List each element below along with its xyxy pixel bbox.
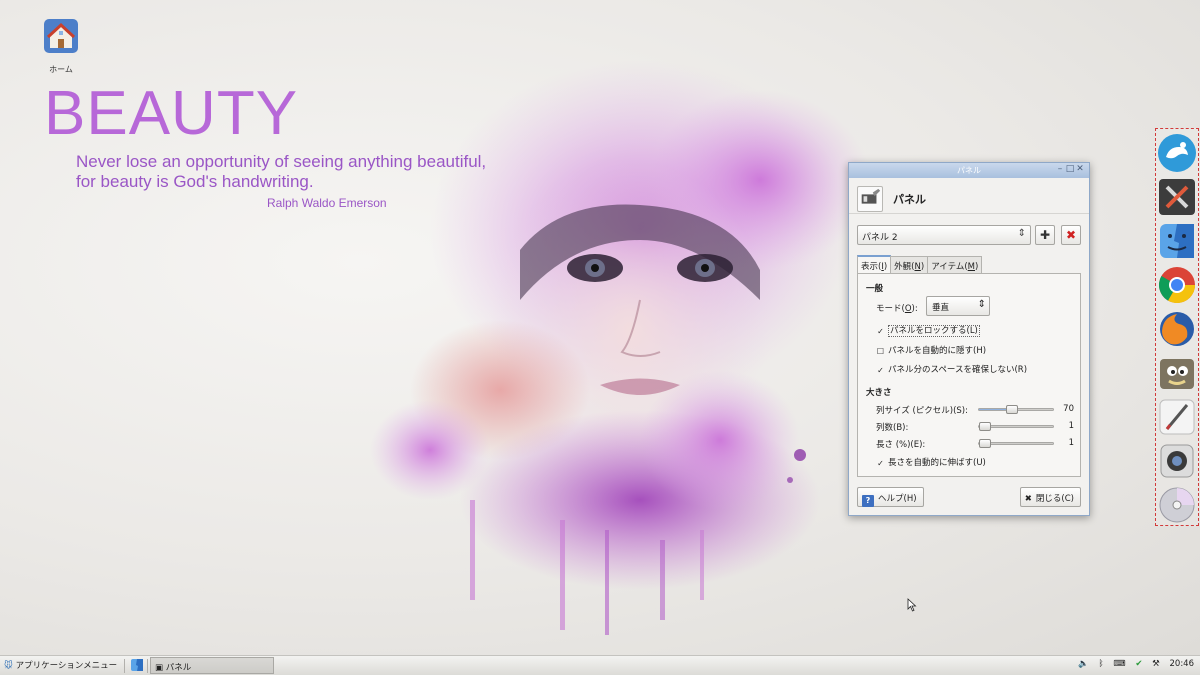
tab-items[interactable]: アイテム(M) — [927, 256, 983, 274]
remove-panel-button[interactable]: ✖ — [1061, 225, 1081, 245]
dock-item-cd[interactable] — [1157, 485, 1197, 525]
firefox-icon — [1160, 312, 1194, 346]
display-tab-content: 一般 モード(O): 垂直 ⇕ ✓ パネルをロックする(L) ☐ パネルを自動的に隠… — [857, 273, 1081, 477]
taskbar-task-panel[interactable]: ▣ パネル — [150, 657, 274, 674]
panel-preferences-window: パネル – □ ✕ パネル パネル 2 ⇕ ✚ ✖ 表示(I) 外観(N) アイテム(M… — [848, 162, 1090, 516]
application-menu-button[interactable]: 🐭 アプリケーションメニュー — [4, 659, 117, 671]
dock-item-finder[interactable] — [1157, 221, 1197, 261]
update-check-icon[interactable]: ✔ — [1135, 659, 1142, 669]
taskbar: 🐭 アプリケーションメニュー ▣ パネル 🔈 ᛒ ⌨ ✔ ⚒ 20:46 — [0, 655, 1200, 675]
rows-label: 列数(B): — [876, 423, 909, 433]
chrome-icon — [1158, 267, 1195, 304]
row-size-label: 列サイズ (ピクセル)(S): — [876, 406, 968, 416]
finder-icon — [131, 659, 143, 671]
section-size: 大きさ — [866, 388, 892, 398]
dock-item-firefox[interactable] — [1157, 309, 1197, 349]
dock-item-chrome[interactable] — [1157, 265, 1197, 305]
panel-app-icon: ▣ — [155, 663, 164, 673]
panel-app-icon — [857, 186, 883, 212]
keyboard-icon[interactable]: ⌨ — [1113, 659, 1125, 669]
dock-item-pen[interactable] — [1157, 397, 1197, 437]
section-general: 一般 — [866, 284, 884, 294]
tab-appearance[interactable]: 外観(N) — [890, 256, 929, 274]
row-size-slider[interactable] — [978, 405, 1054, 414]
updown-icon: ⇕ — [1017, 228, 1026, 239]
system-tray: 🔈 ᛒ ⌨ ✔ ⚒ 20:46 — [1071, 659, 1194, 669]
add-panel-button[interactable]: ✚ — [1035, 225, 1055, 245]
mouse-cursor-icon — [907, 598, 917, 612]
header-title: パネル — [893, 193, 926, 206]
updown-icon: ⇕ — [977, 299, 986, 310]
rows-slider[interactable] — [978, 422, 1054, 431]
length-label: 長さ (%)(E): — [876, 440, 926, 450]
lock-panel-checkbox[interactable]: ✓ パネルをロックする(L) — [876, 324, 980, 337]
wallpaper-title: BEAUTY — [44, 79, 299, 148]
wallpaper-author: Ralph Waldo Emerson — [267, 196, 387, 210]
home-icon — [44, 19, 78, 53]
slider-knob[interactable] — [979, 422, 991, 431]
minimize-icon[interactable]: – — [1055, 164, 1065, 174]
no-reserve-checkbox[interactable]: ✓ パネル分のスペースを確保しない(R) — [876, 363, 1027, 376]
gimp-icon — [1160, 359, 1194, 389]
mode-value: 垂直 — [932, 303, 950, 313]
rows-value: 1 — [1068, 421, 1074, 431]
cd-icon — [1159, 487, 1195, 523]
window-header: パネル — [849, 178, 1089, 214]
taskbar-separator — [147, 659, 148, 673]
dock-item-settings[interactable] — [1157, 177, 1197, 217]
check-icon: ✓ — [877, 327, 884, 336]
unchecked-box: ☐ — [876, 347, 885, 356]
tab-bar: 表示(I) 外観(N) アイテム(M) — [857, 255, 983, 274]
xfce-mouse-icon: 🐭 — [4, 661, 13, 671]
dock-item-webcam[interactable] — [1157, 441, 1197, 481]
volume-icon[interactable]: 🔈 — [1078, 659, 1089, 669]
autohide-checkbox[interactable]: ☐ パネルを自動的に隠す(H) — [876, 344, 986, 357]
wallpaper-quote: Never lose an opportunity of seeing anyt… — [76, 152, 487, 191]
home-icon-label: ホーム — [49, 65, 73, 74]
autoextend-checkbox[interactable]: ✓ 長さを自動的に伸ばす(U) — [876, 456, 986, 469]
tab-display[interactable]: 表示(I) — [857, 255, 892, 274]
pen-icon — [1159, 399, 1195, 435]
webcam-icon — [1160, 444, 1194, 478]
vertical-panel-dock — [1155, 128, 1199, 526]
taskbar-separator — [124, 659, 125, 673]
length-slider[interactable] — [978, 439, 1054, 448]
xfce-mouse-icon — [1158, 134, 1196, 172]
finder-icon — [1160, 224, 1194, 258]
tools-icon[interactable]: ⚒ — [1152, 659, 1160, 669]
help-button[interactable]: ? ヘルプ(H) — [857, 487, 924, 507]
close-icon[interactable]: ✕ — [1075, 164, 1085, 174]
slider-knob[interactable] — [1006, 405, 1019, 414]
panel-selector-value: パネル 2 — [862, 233, 898, 243]
window-titlebar[interactable]: パネル – □ ✕ — [849, 163, 1089, 178]
check-icon: ✓ — [877, 366, 884, 375]
remove-icon: ✖ — [1065, 228, 1077, 242]
window-title: パネル — [957, 166, 981, 175]
panel-selector[interactable]: パネル 2 ⇕ — [857, 225, 1031, 245]
length-value: 1 — [1068, 438, 1074, 448]
plus-icon: ✚ — [1039, 228, 1051, 242]
maximize-icon[interactable]: □ — [1065, 164, 1075, 174]
row-size-value: 70 — [1063, 404, 1074, 414]
slider-knob[interactable] — [979, 439, 991, 448]
check-icon: ✓ — [877, 459, 884, 468]
close-x-icon: ✖ — [1024, 494, 1032, 504]
close-button[interactable]: ✖ 閉じる(C) — [1019, 487, 1081, 507]
clock[interactable]: 20:46 — [1170, 659, 1195, 669]
mode-label: モード(O): — [876, 304, 918, 314]
dock-item-gimp[interactable] — [1157, 353, 1197, 393]
desktop-home-icon[interactable]: ホーム — [40, 18, 82, 75]
settings-tools-icon — [1159, 179, 1195, 215]
mode-select[interactable]: 垂直 ⇕ — [926, 296, 990, 316]
bluetooth-icon[interactable]: ᛒ — [1099, 659, 1104, 669]
show-desktop-button[interactable] — [130, 658, 144, 675]
dock-item-xfce[interactable] — [1157, 133, 1197, 173]
help-icon: ? — [862, 495, 874, 507]
